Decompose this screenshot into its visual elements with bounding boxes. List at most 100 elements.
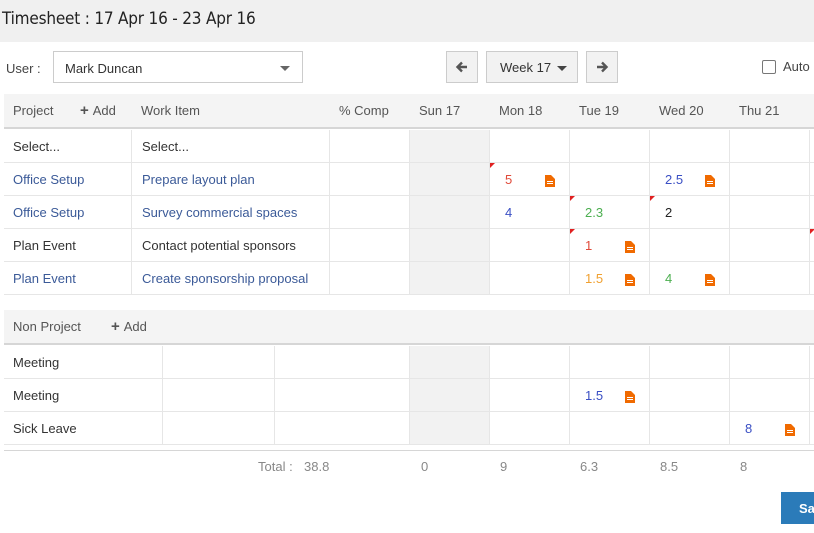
prev-week-button[interactable] xyxy=(446,51,478,83)
col-thu: Thu 21 xyxy=(739,103,780,118)
week-select[interactable]: Week 17 xyxy=(486,51,578,83)
hours-wed[interactable]: 2.5 xyxy=(665,172,683,187)
grid-line xyxy=(4,228,814,229)
hours-mon[interactable]: 4 xyxy=(505,205,512,220)
non-project-row-label: Meeting xyxy=(13,355,60,370)
row-project[interactable]: Office Setup xyxy=(13,172,84,187)
row-work-item[interactable]: Survey commercial spaces xyxy=(142,205,297,220)
add-non-project-button[interactable]: + Add xyxy=(111,318,147,335)
grid-line xyxy=(4,444,814,445)
project-select[interactable]: Select... xyxy=(13,139,60,154)
non-project-row-label: Meeting xyxy=(13,388,60,403)
col-mon: Mon 18 xyxy=(499,103,543,118)
user-select-value: Mark Duncan xyxy=(65,61,143,76)
grid-line xyxy=(409,130,410,295)
note-icon[interactable] xyxy=(545,175,555,187)
row-project[interactable]: Plan Event xyxy=(13,271,76,286)
grid-line xyxy=(489,130,490,295)
row-work-item[interactable]: Create sponsorship proposal xyxy=(142,271,308,286)
title-bar: Timesheet : 17 Apr 16 - 23 Apr 16 xyxy=(0,0,814,42)
plus-icon: + xyxy=(80,102,89,119)
col-pct-comp: % Comp xyxy=(339,103,389,118)
note-icon[interactable] xyxy=(625,274,635,286)
note-icon[interactable] xyxy=(625,241,635,253)
comment-flag xyxy=(570,196,575,201)
auto-label: Auto xyxy=(783,59,810,74)
grid-line xyxy=(569,346,570,445)
add-non-project-label: Add xyxy=(123,319,147,334)
add-project-label: Add xyxy=(92,103,116,118)
grid-line xyxy=(729,130,730,295)
hours-tue[interactable]: 1.5 xyxy=(585,388,603,403)
grid-line xyxy=(409,346,410,445)
week-select-value: Week 17 xyxy=(500,60,552,75)
auto-checkbox[interactable] xyxy=(762,60,776,74)
grid-line xyxy=(274,346,275,445)
grid-line xyxy=(4,378,814,379)
col-wed: Wed 20 xyxy=(659,103,704,118)
row-project: Plan Event xyxy=(13,238,76,253)
timesheet-page: Timesheet : 17 Apr 16 - 23 Apr 16 User :… xyxy=(0,0,814,533)
hours-mon[interactable]: 5 xyxy=(505,172,512,187)
grid-line xyxy=(649,130,650,295)
comment-flag xyxy=(650,196,655,201)
grid-line xyxy=(162,346,163,445)
grid-line xyxy=(4,411,814,412)
comment-flag xyxy=(810,229,814,234)
note-icon[interactable] xyxy=(625,391,635,403)
comment-flag xyxy=(490,163,495,168)
sunday-column-shade xyxy=(410,346,490,445)
hours-tue[interactable]: 2.3 xyxy=(585,205,603,220)
hours-tue[interactable]: 1.5 xyxy=(585,271,603,286)
user-select[interactable]: Mark Duncan xyxy=(53,51,303,83)
total-wed: 8.5 xyxy=(660,459,679,474)
non-project-title: Non Project xyxy=(13,319,81,334)
grid-line xyxy=(649,346,650,445)
grid-line xyxy=(4,294,814,295)
plus-icon: + xyxy=(111,318,120,335)
save-button[interactable]: Save xyxy=(781,492,814,524)
col-tue: Tue 19 xyxy=(579,103,619,118)
page-title: Timesheet : 17 Apr 16 - 23 Apr 16 xyxy=(2,9,256,29)
col-project: Project xyxy=(13,103,54,118)
hours-wed[interactable]: 2 xyxy=(665,205,672,220)
note-icon[interactable] xyxy=(705,175,715,187)
note-icon[interactable] xyxy=(785,424,795,436)
grid-line xyxy=(809,346,810,445)
grid-line xyxy=(4,261,814,262)
arrow-right-icon xyxy=(597,61,609,73)
add-project-button[interactable]: + Add xyxy=(80,102,116,119)
total-label: Total : xyxy=(258,459,293,474)
hours-tue[interactable]: 1 xyxy=(585,238,592,253)
total-thu: 8 xyxy=(740,459,748,474)
comment-flag xyxy=(570,229,575,234)
grid-line xyxy=(131,130,132,295)
note-icon[interactable] xyxy=(705,274,715,286)
grid-line xyxy=(329,130,330,295)
totals-divider xyxy=(4,450,814,451)
grid-line xyxy=(4,162,814,163)
sunday-column-shade xyxy=(410,130,490,295)
work-item-select[interactable]: Select... xyxy=(142,139,189,154)
col-sun: Sun 17 xyxy=(419,103,461,118)
row-project[interactable]: Office Setup xyxy=(13,205,84,220)
total-mon: 9 xyxy=(500,459,508,474)
total-value: 38.8 xyxy=(304,459,330,474)
hours-wed[interactable]: 4 xyxy=(665,271,672,286)
hours-thu[interactable]: 8 xyxy=(745,421,752,436)
row-work-item[interactable]: Prepare layout plan xyxy=(142,172,255,187)
next-week-button[interactable] xyxy=(586,51,618,83)
grid-line xyxy=(489,346,490,445)
arrow-left-icon xyxy=(455,61,467,73)
grid-line xyxy=(809,130,810,295)
grid-line xyxy=(729,346,730,445)
row-work-item: Contact potential sponsors xyxy=(142,238,296,253)
user-label: User : xyxy=(6,61,41,76)
total-sun: 0 xyxy=(421,459,429,474)
grid-line xyxy=(569,130,570,295)
col-work-item: Work Item xyxy=(141,103,200,118)
total-tue: 6.3 xyxy=(580,459,599,474)
grid-line xyxy=(4,195,814,196)
chevron-down-icon xyxy=(280,66,290,71)
non-project-row-label: Sick Leave xyxy=(13,421,77,436)
